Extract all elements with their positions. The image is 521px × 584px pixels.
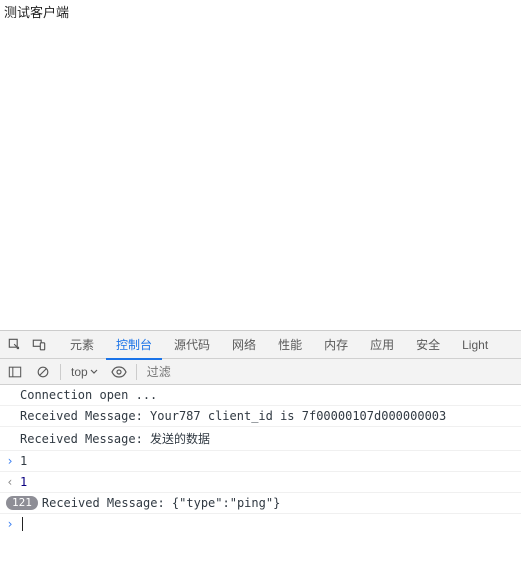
devtools-panel: 元素 控制台 源代码 网络 性能 内存 应用 安全 Light top Conn… [0, 330, 521, 534]
context-selector[interactable]: top [67, 365, 102, 379]
device-toggle-icon[interactable] [28, 334, 50, 356]
log-input: 1 [20, 454, 521, 468]
console-input-row[interactable]: › [0, 514, 521, 534]
log-row-input[interactable]: › 1 [0, 451, 521, 472]
log-row[interactable]: Received Message: 发送的数据 [0, 427, 521, 451]
tab-console[interactable]: 控制台 [106, 330, 162, 360]
chevron-down-icon [90, 368, 98, 376]
log-row[interactable]: Received Message: Your787 client_id is 7… [0, 406, 521, 427]
page-title: 测试客户端 [4, 2, 517, 21]
tab-lighthouse[interactable]: Light [452, 332, 498, 358]
toolbar-divider [136, 364, 137, 380]
log-row-output[interactable]: ‹ 1 [0, 472, 521, 493]
tab-performance[interactable]: 性能 [268, 330, 312, 359]
prompt-in-icon: › [4, 517, 16, 531]
tab-application[interactable]: 应用 [360, 330, 404, 359]
sidebar-toggle-icon[interactable] [4, 361, 26, 383]
log-result: 1 [20, 475, 521, 489]
clear-console-icon[interactable] [32, 361, 54, 383]
prompt-in-icon: › [4, 454, 16, 468]
caret-icon [22, 517, 23, 531]
log-row[interactable]: Connection open ... [0, 385, 521, 406]
console-toolbar: top [0, 359, 521, 385]
log-message: Received Message: {"type":"ping"} [42, 496, 521, 510]
repeat-count-badge: 121 [6, 496, 38, 510]
tab-memory[interactable]: 内存 [314, 330, 358, 359]
tab-security[interactable]: 安全 [406, 330, 450, 359]
tab-sources[interactable]: 源代码 [164, 330, 220, 359]
filter-input[interactable] [143, 363, 203, 381]
page-content: 测试客户端 [0, 0, 521, 330]
tab-network[interactable]: 网络 [222, 330, 266, 359]
devtools-tabbar: 元素 控制台 源代码 网络 性能 内存 应用 安全 Light [0, 331, 521, 359]
context-label: top [71, 365, 88, 379]
prompt-out-icon: ‹ [4, 475, 16, 489]
eye-icon[interactable] [108, 361, 130, 383]
console-body: Connection open ... Received Message: Yo… [0, 385, 521, 534]
log-message: Connection open ... [20, 388, 521, 402]
log-message: Received Message: Your787 client_id is 7… [20, 409, 521, 423]
log-message: Received Message: 发送的数据 [20, 430, 521, 447]
log-row-repeated[interactable]: 121 Received Message: {"type":"ping"} [0, 493, 521, 514]
tab-elements[interactable]: 元素 [60, 330, 104, 359]
inspect-icon[interactable] [4, 334, 26, 356]
console-input[interactable] [27, 517, 521, 531]
toolbar-divider [60, 364, 61, 380]
